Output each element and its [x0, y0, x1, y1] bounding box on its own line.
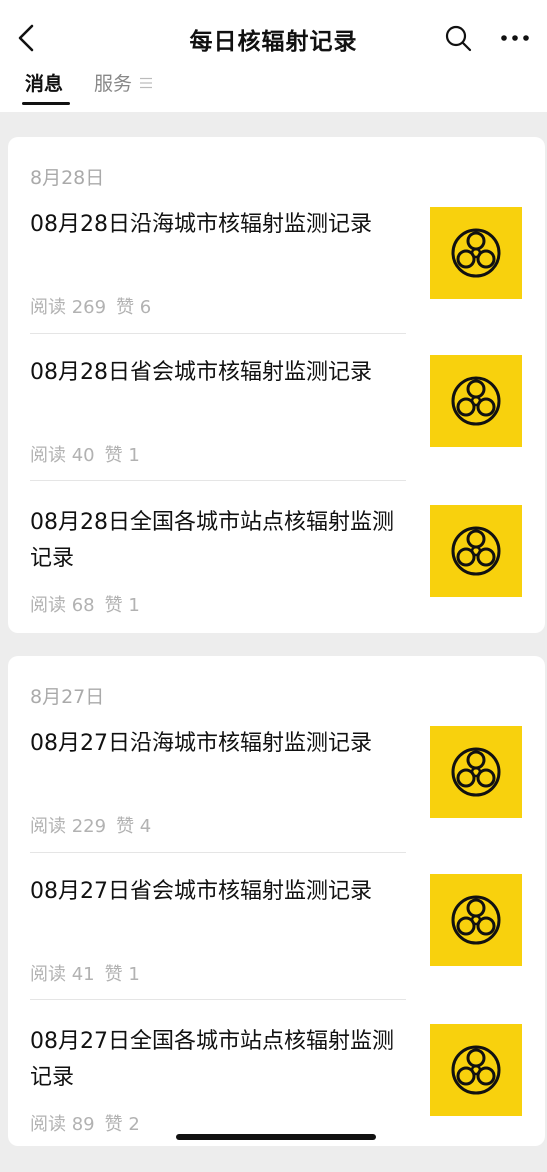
article-thumbnail — [430, 726, 522, 818]
article-meta: 阅读 68 赞 1 — [30, 591, 150, 617]
read-count: 阅读 229 — [30, 816, 107, 837]
tab-services[interactable]: 服务 — [94, 69, 153, 96]
item-divider — [30, 333, 406, 334]
read-count: 阅读 40 — [30, 445, 95, 466]
read-count: 阅读 269 — [30, 297, 107, 318]
article-thumbnail — [430, 355, 522, 447]
article-title: 08月28日省会城市核辐射监测记录 — [30, 360, 372, 385]
article-title: 08月27日沿海城市核辐射监测记录 — [30, 731, 372, 756]
list-icon — [140, 77, 153, 88]
like-count: 赞 1 — [104, 445, 140, 466]
home-indicator[interactable] — [176, 1134, 376, 1140]
article-item[interactable]: 08月27日全国各城市站点核辐射监测记录 阅读 89 赞 2 — [8, 1024, 545, 1172]
article-meta: 阅读 229 赞 4 — [30, 812, 161, 838]
biohazard-icon — [451, 376, 501, 426]
article-title: 08月28日全国各城市站点核辐射监测记录 — [30, 510, 394, 571]
article-meta: 阅读 41 赞 1 — [30, 960, 150, 986]
search-icon[interactable] — [444, 24, 472, 52]
item-divider — [30, 852, 406, 853]
date-group-card: 8月27日 08月27日沿海城市核辐射监测记录 阅读 229 赞 4 08月27日… — [8, 656, 545, 1146]
article-thumbnail — [430, 505, 522, 597]
article-title: 08月27日省会城市核辐射监测记录 — [30, 879, 372, 904]
date-label: 8月27日 — [30, 686, 105, 708]
biohazard-icon — [451, 228, 501, 278]
read-count: 阅读 41 — [30, 964, 95, 985]
like-count: 赞 2 — [104, 1114, 140, 1135]
like-count: 赞 6 — [116, 297, 152, 318]
article-item[interactable]: 08月28日全国各城市站点核辐射监测记录 阅读 68 赞 1 — [8, 505, 545, 653]
article-thumbnail — [430, 207, 522, 299]
article-meta: 阅读 40 赞 1 — [30, 441, 150, 467]
top-bar: 每日核辐射记录 — [0, 0, 547, 72]
tab-services-label: 服务 — [94, 73, 133, 95]
tab-messages[interactable]: 消息 — [25, 69, 63, 96]
date-label: 8月28日 — [30, 167, 105, 189]
like-count: 赞 1 — [104, 964, 140, 985]
biohazard-icon — [451, 747, 501, 797]
biohazard-icon — [451, 526, 501, 576]
article-thumbnail — [430, 874, 522, 966]
active-tab-indicator — [22, 102, 70, 105]
article-meta: 阅读 269 赞 6 — [30, 293, 161, 319]
item-divider — [30, 999, 406, 1000]
read-count: 阅读 68 — [30, 595, 95, 616]
article-meta: 阅读 89 赞 2 — [30, 1110, 150, 1136]
item-divider — [30, 480, 406, 481]
read-count: 阅读 89 — [30, 1114, 95, 1135]
article-title: 08月27日全国各城市站点核辐射监测记录 — [30, 1029, 394, 1090]
more-icon[interactable] — [500, 28, 530, 48]
like-count: 赞 1 — [104, 595, 140, 616]
like-count: 赞 4 — [116, 816, 152, 837]
article-title: 08月28日沿海城市核辐射监测记录 — [30, 212, 372, 237]
article-thumbnail — [430, 1024, 522, 1116]
biohazard-icon — [451, 895, 501, 945]
biohazard-icon — [451, 1045, 501, 1095]
tab-bar: 消息 服务 — [0, 72, 547, 112]
date-group-card: 8月28日 08月28日沿海城市核辐射监测记录 阅读 269 赞 6 08月28日… — [8, 137, 545, 633]
